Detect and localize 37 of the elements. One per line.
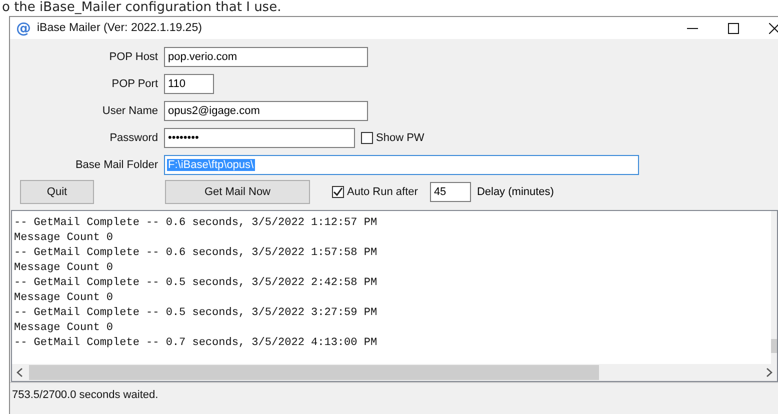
input-field[interactable]: 45 [430, 182, 471, 202]
field-label: Delay (minutes) [476, 186, 554, 198]
log-line: Message Count 0 [14, 261, 114, 276]
status-bar: 753.5/2700.0 seconds waited. [10, 382, 778, 414]
log-line: -- GetMail Complete -- 0.5 seconds, 3/5/2022 3:27:59 PM [14, 306, 378, 321]
checkbox[interactable] [361, 132, 373, 144]
get-mail-button[interactable]: Get Mail Now [165, 180, 310, 204]
quit-button[interactable]: Quit [20, 180, 94, 204]
log-line: -- GetMail Complete -- 0.6 seconds, 3/5/2022 1:57:58 PM [14, 246, 378, 261]
app-icon: @ [16, 20, 31, 36]
window-title: iBase Mailer (Ver: 2022.1.19.25) [37, 22, 203, 34]
vertical-scrollbar[interactable] [771, 211, 777, 364]
input-field[interactable]: opus2@igage.com [164, 101, 368, 121]
field-label: Base Mail Folder [74, 159, 158, 171]
log-line: Message Count 0 [14, 291, 114, 306]
log-line: -- GetMail Complete -- 0.7 seconds, 3/5/2022 4:13:00 PM [14, 336, 378, 351]
checkbox[interactable] [332, 186, 344, 198]
field-label: Password [108, 132, 158, 144]
page-text: o the iBase_Mailer configuration that I use. [1, 0, 282, 16]
scrollbar-thumb[interactable] [29, 365, 599, 380]
checkbox-label: Auto Run after [347, 186, 418, 198]
close-icon[interactable] [769, 22, 778, 34]
log-line: Message Count 0 [14, 321, 114, 336]
check-icon [333, 187, 343, 197]
checkbox-label: Show PW [376, 132, 424, 144]
field-label: POP Host [108, 51, 158, 63]
horizontal-scrollbar[interactable] [12, 364, 777, 381]
log-line: -- GetMail Complete -- 0.6 seconds, 3/5/2022 1:12:57 PM [14, 216, 378, 231]
scrollbar-thumb[interactable] [771, 339, 777, 353]
input-field[interactable]: pop.verio.com [164, 47, 368, 67]
input-field[interactable]: 110 [164, 74, 214, 94]
field-label: POP Port [110, 78, 158, 90]
log-line: Message Count 0 [14, 231, 114, 246]
input-field[interactable]: •••••••• [164, 128, 355, 148]
maximize-icon[interactable] [728, 22, 739, 34]
field-label: User Name [101, 105, 158, 117]
log-line: -- GetMail Complete -- 0.5 seconds, 3/5/2022 2:42:58 PM [14, 276, 378, 291]
